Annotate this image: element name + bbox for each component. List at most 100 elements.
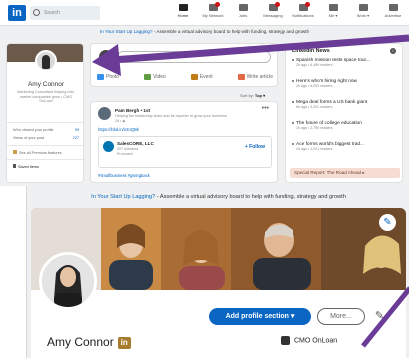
event-label: Event: [199, 74, 213, 80]
calendar-icon: [190, 74, 198, 80]
linkedin-logo[interactable]: in: [8, 5, 26, 21]
sort-label: Sort by:: [240, 93, 254, 98]
premium-link[interactable]: See all Premium features: [13, 150, 79, 155]
post-author-name[interactable]: Pam Bergh • 1st: [115, 108, 150, 113]
promo-banner[interactable]: In Your Start Up Lagging? - Assemble a v…: [0, 27, 409, 36]
post-author-desc: Helping the leadership team and its repo…: [115, 114, 227, 118]
news-item[interactable]: Spanish mission tests space tour... 2h ag…: [292, 58, 402, 67]
news-item[interactable]: Ace forms world's biggest trad... 2d ago …: [292, 142, 402, 151]
special-report-link[interactable]: Special Report: The Road Ahead ▸: [290, 168, 400, 178]
video-button[interactable]: Video: [144, 72, 166, 82]
post-hashtags[interactable]: #smallbusiness #givingback: [98, 173, 150, 178]
profile-name[interactable]: Amy Connor: [7, 81, 85, 88]
edit-intro-button[interactable]: ✎: [371, 308, 388, 325]
news-item[interactable]: Mega deal forms a US bank giant 6h ago • …: [292, 100, 402, 109]
nav-item-advertise[interactable]: Advertise: [378, 2, 408, 24]
saved-items-link[interactable]: Saved items: [13, 164, 79, 169]
top-nav-bar: in Search Home My Network Jobs Messaging Not…: [0, 0, 409, 26]
screenshot-collage: in Search Home My Network Jobs Messaging Not…: [0, 0, 409, 358]
news-meta: 1h ago • 2,790 readers: [296, 126, 333, 130]
more-options-icon[interactable]: •••: [262, 105, 269, 112]
photo-label: Photo: [106, 74, 120, 80]
shared-company-card[interactable]: SalesCORE, LLC 207 followers Promoted + …: [98, 136, 272, 168]
add-profile-section-button[interactable]: Add profile section ▾: [209, 308, 311, 325]
profile-views-row[interactable]: Who viewed your profile 99: [13, 128, 79, 132]
profile-headline: Marketing Consultant helping mid-market …: [17, 90, 75, 104]
nav-item-bell[interactable]: Notifications: [288, 2, 318, 24]
nav-item-jobs[interactable]: Jobs: [228, 2, 258, 24]
nav-item-label: Advertise: [384, 13, 402, 18]
linkedin-premium-badge: in: [117, 336, 131, 349]
profile-views-value: 99: [74, 128, 79, 132]
premium-icon: [13, 150, 17, 154]
nav-item-grid[interactable]: Work ▾: [348, 2, 378, 24]
notification-badge: [274, 2, 280, 7]
news-meta: 2h ago • 6,093 readers: [296, 84, 333, 88]
more-button[interactable]: More...: [317, 308, 365, 325]
saved-items-label: Saved items: [18, 165, 39, 169]
nav-item-me[interactable]: Me ▾: [318, 2, 348, 24]
nav-item-label: Jobs: [238, 13, 248, 18]
photo-button[interactable]: Photo: [97, 72, 119, 82]
post-views-value: 227: [72, 136, 79, 140]
divider: [7, 122, 85, 123]
home-icon: [178, 4, 188, 11]
news-meta: 2h ago • 6,489 readers: [296, 63, 333, 67]
edit-cover-button[interactable]: ✎: [379, 214, 396, 231]
photo-icon: [97, 74, 104, 80]
nav-item-label: Messaging: [263, 13, 283, 18]
profile-photo[interactable]: [39, 252, 97, 310]
divider: [7, 145, 85, 146]
post-views-row[interactable]: Views of your post 227: [13, 136, 79, 140]
promo-banner-text: - Assemble a virtual advisory board to h…: [152, 29, 310, 34]
nav-item-network[interactable]: My Network: [198, 2, 228, 24]
linkedin-profile-screenshot: In Your Start Up Lagging? - Assemble a v…: [26, 186, 409, 358]
company-name: CMO OnLoan: [294, 337, 338, 345]
news-item[interactable]: Here's who's hiring right now 2h ago • 6,…: [292, 79, 402, 88]
feed-sort[interactable]: Sort by: Top ▾: [240, 93, 265, 98]
nav-item-messaging[interactable]: Messaging: [258, 2, 288, 24]
linkedin-feed-screenshot: in Search Home My Network Jobs Messaging Not…: [0, 0, 409, 186]
post-views-label: Views of your post: [13, 136, 44, 140]
promo-banner[interactable]: In Your Start Up Lagging? - Assemble a v…: [27, 191, 409, 203]
company-name[interactable]: SalesCORE, LLC: [117, 141, 154, 146]
promo-banner-link[interactable]: In Your Start Up Lagging?: [100, 29, 153, 34]
share-box: Photo Video Event Write article: [90, 43, 278, 87]
pencil-icon: ✎: [383, 217, 392, 228]
notification-badge: [214, 2, 220, 7]
premium-label: See all Premium features: [19, 151, 62, 155]
profile-avatar[interactable]: [35, 50, 57, 72]
pencil-icon: ✎: [374, 310, 385, 322]
start-post-input[interactable]: [117, 51, 271, 63]
info-icon[interactable]: i: [390, 48, 396, 54]
profile-top-card: ✎ Add profile section ▾ More... ✎ Amy Co…: [31, 208, 406, 358]
promo-banner-text: - Assemble a virtual advisory board to h…: [155, 194, 346, 200]
event-button[interactable]: Event: [190, 72, 213, 82]
grid-icon: [358, 4, 368, 11]
nav-item-home[interactable]: Home: [168, 2, 198, 24]
nav-item-label: Work ▾: [356, 13, 370, 18]
search-input[interactable]: Search: [30, 6, 100, 20]
news-item[interactable]: The future of college education 1h ago • …: [292, 121, 402, 130]
advertise-icon: [388, 4, 398, 11]
follow-button[interactable]: + Follow: [245, 144, 265, 150]
post-link[interactable]: https://lnkd.in/e2nQBk: [98, 127, 139, 132]
search-placeholder: Search: [44, 10, 60, 16]
current-company[interactable]: CMO OnLoan: [281, 336, 337, 345]
profile-name: Amy Connor in: [47, 335, 131, 349]
post-author-avatar[interactable]: [98, 107, 111, 120]
news-meta: 6h ago • 3,201 readers: [296, 105, 333, 109]
me-icon: [328, 4, 338, 11]
nav-item-label: Me ▾: [328, 13, 338, 18]
write-article-label: Write article: [246, 74, 273, 80]
promo-banner-link[interactable]: In Your Start Up Lagging?: [91, 194, 155, 200]
profile-photo-image: [42, 255, 94, 307]
notification-badge: [304, 2, 310, 7]
nav-item-label: Home: [177, 13, 189, 18]
share-actions: Photo Video Event Write article: [97, 72, 273, 82]
company-promoted: Promoted: [117, 152, 133, 156]
video-icon: [144, 74, 152, 80]
article-icon: [237, 74, 245, 80]
profile-name-text: Amy Connor: [47, 335, 114, 349]
write-article-button[interactable]: Write article: [237, 72, 273, 82]
